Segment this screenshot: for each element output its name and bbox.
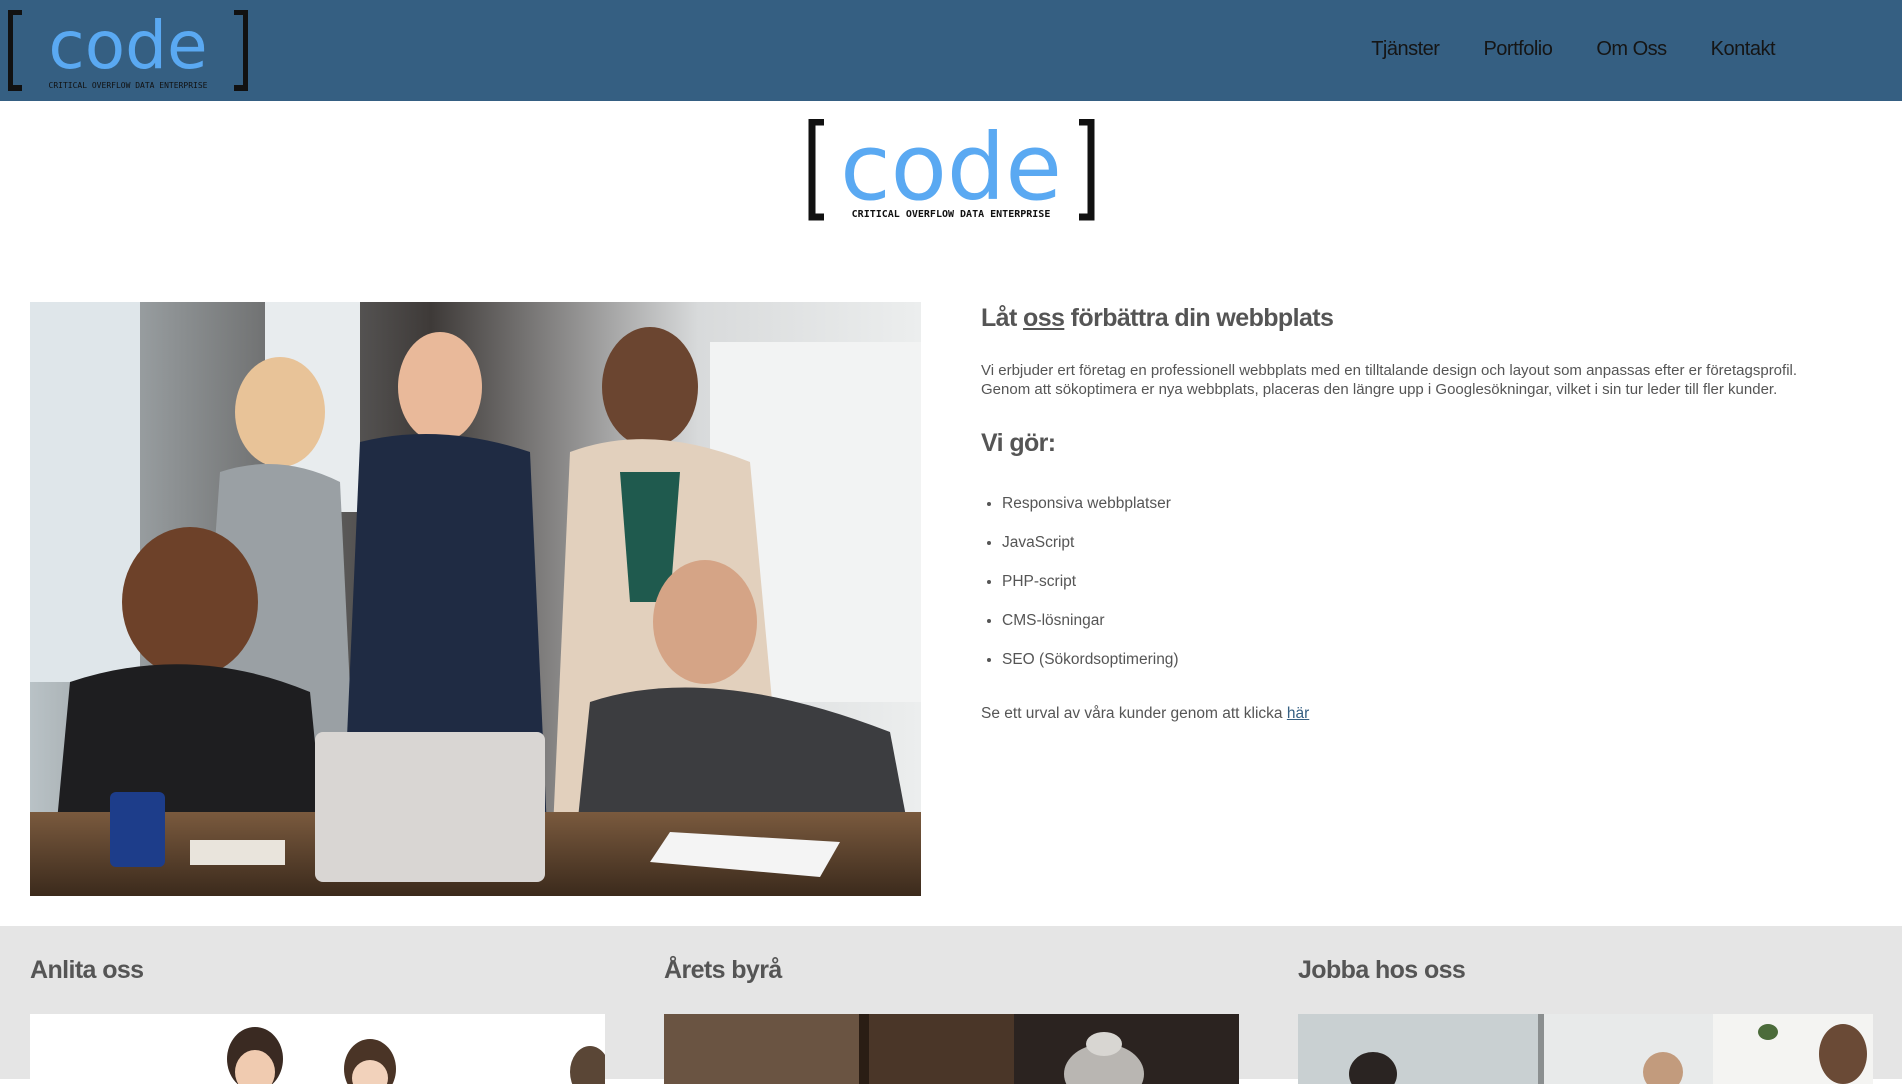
feature-title: Anlita oss — [30, 956, 144, 984]
logo-tagline: CRITICAL OVERFLOW DATA ENTERPRISE — [852, 209, 1051, 220]
feature-image — [30, 1014, 605, 1084]
nav-item-portfolio[interactable]: Portfolio — [1483, 38, 1552, 61]
clients-link[interactable]: här — [1287, 705, 1309, 722]
clients-text: Se ett urval av våra kunder genom att kl… — [981, 705, 1310, 722]
feature-image — [664, 1014, 1239, 1084]
feature-anlita: Anlita oss — [30, 926, 605, 1084]
main-nav: Tjänster Portfolio Om Oss Kontakt — [1371, 38, 1775, 61]
intro-heading: Låt oss förbättra din webbplats — [981, 304, 1334, 332]
list-item: CMS-lösningar — [1002, 611, 1861, 650]
intro-paragraph: Vi erbjuder ert företag en professionell… — [981, 362, 1798, 398]
logo-text: code — [840, 119, 1062, 221]
features-section: Anlita oss Årets byrå Jobba hos oss — [0, 926, 1902, 1084]
nav-item-tjanster[interactable]: Tjänster — [1371, 38, 1440, 61]
list-item: SEO (Sökordsoptimering) — [1002, 650, 1861, 689]
services-list: Responsiva webbplatser JavaScript PHP-sc… — [981, 494, 1861, 689]
site-header: code CRITICAL OVERFLOW DATA ENTERPRISE T… — [0, 0, 1902, 101]
main-logo: code CRITICAL OVERFLOW DATA ENTERPRISE — [808, 119, 1095, 221]
logo-tagline: CRITICAL OVERFLOW DATA ENTERPRISE — [49, 81, 208, 90]
intro-section: Låt oss förbättra din webbplats Vi erbju… — [981, 300, 1861, 723]
nav-item-om-oss[interactable]: Om Oss — [1596, 38, 1667, 61]
feature-jobba: Jobba hos oss — [1298, 926, 1873, 1084]
feature-title: Årets byrå — [664, 956, 782, 984]
nav-item-kontakt[interactable]: Kontakt — [1711, 38, 1776, 61]
feature-image — [1298, 1014, 1873, 1084]
header-logo[interactable]: code CRITICAL OVERFLOW DATA ENTERPRISE — [8, 10, 248, 92]
feature-title: Jobba hos oss — [1298, 956, 1466, 984]
services-heading: Vi gör: — [981, 429, 1056, 457]
list-item: Responsiva webbplatser — [1002, 494, 1861, 533]
list-item: JavaScript — [1002, 533, 1861, 572]
list-item: PHP-script — [1002, 572, 1861, 611]
logo-text: code — [48, 10, 207, 84]
team-photo — [30, 302, 921, 896]
feature-byra: Årets byrå — [664, 926, 1239, 1084]
